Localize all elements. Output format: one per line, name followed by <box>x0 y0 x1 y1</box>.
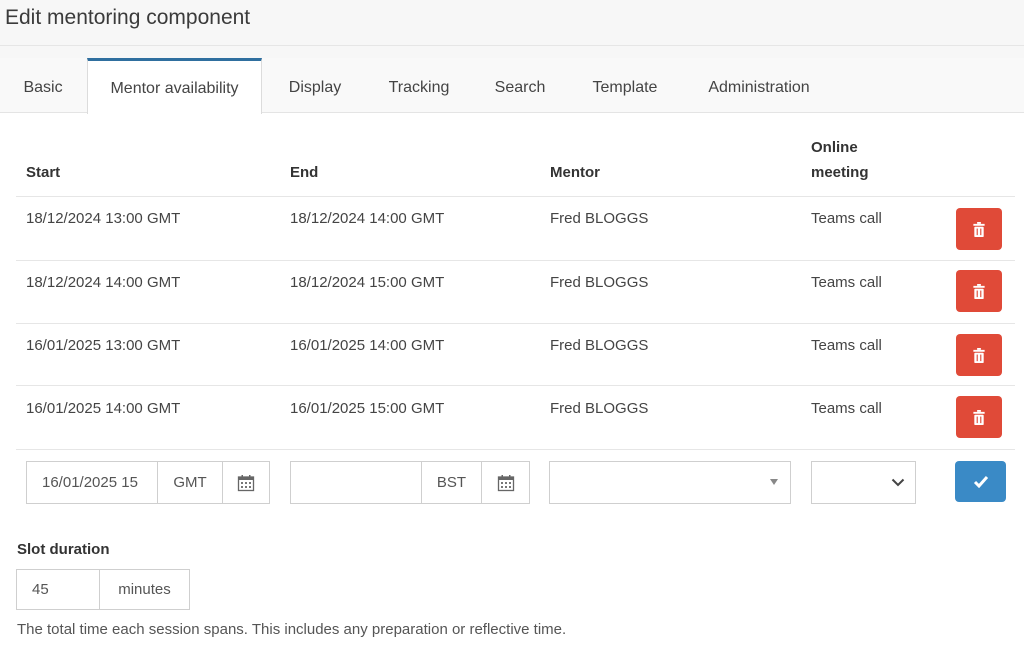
meeting-select[interactable] <box>811 461 916 504</box>
end-timezone-label: BST <box>421 462 481 503</box>
trash-icon <box>973 283 985 299</box>
check-icon <box>973 476 988 488</box>
tab-display[interactable]: Display <box>270 58 360 113</box>
slot-duration-unit: minutes <box>99 570 189 609</box>
tab-template[interactable]: Template <box>578 58 672 113</box>
tab-basic[interactable]: Basic <box>0 58 86 113</box>
row-2-start: 18/12/2024 14:00 GMT <box>26 274 181 291</box>
start-date-input-group: 16/01/2025 15 GMT <box>26 461 270 504</box>
trash-icon <box>973 347 985 363</box>
slot-duration-input[interactable]: 45 <box>32 581 92 598</box>
end-date-input-group: BST <box>290 461 530 504</box>
row-3-start: 16/01/2025 13:00 GMT <box>26 337 181 354</box>
trash-icon <box>973 221 985 237</box>
tab-administration[interactable]: Administration <box>690 58 828 113</box>
slot-duration-label: Slot duration <box>17 541 110 558</box>
header-start: Start <box>26 164 61 181</box>
row-1-meeting: Teams call <box>811 210 882 227</box>
page-header: Edit mentoring component <box>0 0 1024 46</box>
start-date-input[interactable]: 16/01/2025 15 <box>42 474 154 491</box>
row-2-meeting: Teams call <box>811 274 882 291</box>
start-timezone-label: GMT <box>157 462 222 503</box>
row-3-meeting: Teams call <box>811 337 882 354</box>
header-mentor: Mentor <box>550 164 600 181</box>
row-divider <box>16 323 1015 324</box>
tab-search[interactable]: Search <box>480 58 560 113</box>
slot-duration-help: The total time each session spans. This … <box>17 621 567 638</box>
header-end: End <box>290 164 319 181</box>
row-divider <box>16 260 1015 261</box>
mentor-select[interactable] <box>549 461 791 504</box>
slot-duration-group: 45 minutes <box>16 569 190 610</box>
row-4-end: 16/01/2025 15:00 GMT <box>290 400 445 417</box>
end-calendar-button[interactable] <box>481 462 529 503</box>
tab-tracking[interactable]: Tracking <box>372 58 466 113</box>
row-1-start: 18/12/2024 13:00 GMT <box>26 210 181 227</box>
header-online: Online <box>811 139 858 156</box>
row-4-start: 16/01/2025 14:00 GMT <box>26 400 181 417</box>
chevron-down-icon <box>891 478 905 487</box>
header-divider <box>16 196 1015 197</box>
row-2-mentor: Fred BLOGGS <box>550 274 649 291</box>
row-4-meeting: Teams call <box>811 400 882 417</box>
page-title: Edit mentoring component <box>5 6 251 29</box>
row-2-end: 18/12/2024 15:00 GMT <box>290 274 445 291</box>
row-2-delete-button[interactable] <box>956 270 1002 312</box>
start-calendar-button[interactable] <box>222 462 269 503</box>
tab-mentor-availability[interactable]: Mentor availability <box>87 58 262 114</box>
content-panel: Basic Mentor availability Display Tracki… <box>0 58 1024 663</box>
row-1-mentor: Fred BLOGGS <box>550 210 649 227</box>
tab-bar: Basic Mentor availability Display Tracki… <box>0 58 1024 114</box>
row-divider <box>16 449 1015 450</box>
row-3-delete-button[interactable] <box>956 334 1002 376</box>
row-3-mentor: Fred BLOGGS <box>550 337 649 354</box>
calendar-icon <box>237 474 255 491</box>
header-meeting: meeting <box>811 164 869 181</box>
row-4-mentor: Fred BLOGGS <box>550 400 649 417</box>
row-1-end: 18/12/2024 14:00 GMT <box>290 210 445 227</box>
trash-icon <box>973 409 985 425</box>
row-divider <box>16 385 1015 386</box>
confirm-add-button[interactable] <box>955 461 1006 502</box>
calendar-icon <box>497 474 514 491</box>
row-1-delete-button[interactable] <box>956 208 1002 250</box>
row-3-end: 16/01/2025 14:00 GMT <box>290 337 445 354</box>
caret-down-icon <box>770 479 778 485</box>
row-4-delete-button[interactable] <box>956 396 1002 438</box>
